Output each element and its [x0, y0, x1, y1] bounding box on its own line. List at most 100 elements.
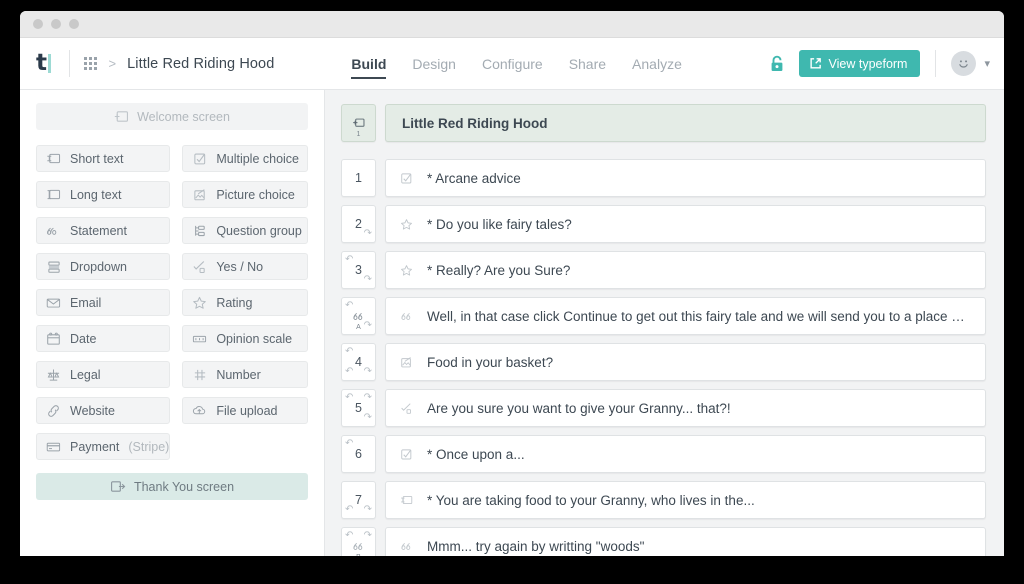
question-card[interactable]: * Arcane advice: [385, 159, 986, 197]
type-long-text[interactable]: Long text: [36, 181, 170, 208]
typeform-logo[interactable]: t: [36, 52, 55, 75]
type-yes-no[interactable]: Yes / No: [182, 253, 308, 280]
tab-share[interactable]: Share: [569, 38, 606, 90]
logic-jump-arrow-icon: ↶: [345, 531, 353, 541]
view-typeform-label: View typeform: [829, 57, 908, 71]
question-type-sidebar: Welcome screen Short text Multiple choic…: [20, 90, 325, 556]
question-row[interactable]: ↶ ↷ B Mmm... try again by writting "wood…: [341, 527, 986, 556]
type-payment[interactable]: Payment(Stripe): [36, 433, 170, 460]
question-card[interactable]: Mmm... try again by writting "woods": [385, 527, 986, 556]
type-question-group[interactable]: Question group: [182, 217, 308, 244]
logic-jump-arrow-icon: ↶: [345, 347, 353, 357]
logic-jump-arrow-icon: ↶: [345, 505, 353, 515]
tab-design[interactable]: Design: [412, 38, 456, 90]
tab-configure[interactable]: Configure: [482, 38, 543, 90]
question-text: Well, in that case click Continue to get…: [427, 309, 971, 324]
question-text: * You are taking food to your Granny, wh…: [427, 493, 755, 508]
type-statement[interactable]: Statement: [36, 217, 170, 244]
question-number: 5: [355, 401, 362, 415]
type-picture-choice[interactable]: Picture choice: [182, 181, 308, 208]
rating-star-icon: [400, 264, 415, 277]
logic-jump-arrow-icon: ↷: [364, 505, 372, 515]
question-card[interactable]: Well, in that case click Continue to get…: [385, 297, 986, 335]
question-card[interactable]: * You are taking food to your Granny, wh…: [385, 481, 986, 519]
type-label: Multiple choice: [216, 152, 299, 166]
date-calendar-icon: [46, 331, 61, 346]
yes-no-icon: [400, 402, 415, 415]
question-badge: ↶ ↷ 5 ↷: [341, 389, 376, 427]
question-row[interactable]: ↶ ↷ 5 ↷ Are you sure you want to give yo…: [341, 389, 986, 427]
file-upload-icon: [192, 403, 207, 418]
statement-icon: [400, 311, 415, 322]
question-row[interactable]: 2 ↷ * Do you like fairy tales?: [341, 205, 986, 243]
question-row[interactable]: ↶ 3 ↷ * Really? Are you Sure?: [341, 251, 986, 289]
type-date[interactable]: Date: [36, 325, 170, 352]
question-card[interactable]: Are you sure you want to give your Grann…: [385, 389, 986, 427]
window-minimize-button[interactable]: [51, 19, 61, 29]
question-card[interactable]: * Really? Are you Sure?: [385, 251, 986, 289]
type-label: Picture choice: [216, 188, 295, 202]
type-label: Payment: [70, 440, 119, 454]
type-website[interactable]: Website: [36, 397, 170, 424]
question-card[interactable]: * Do you like fairy tales?: [385, 205, 986, 243]
question-number: 4: [355, 355, 362, 369]
question-badge: ↶ ↷ B: [341, 527, 376, 556]
header-actions: View typeform ▾: [769, 50, 991, 77]
apps-grid-icon[interactable]: [84, 57, 97, 70]
type-multiple-choice[interactable]: Multiple choice: [182, 145, 308, 172]
form-title[interactable]: Little Red Riding Hood: [127, 56, 274, 72]
type-email[interactable]: Email: [36, 289, 170, 316]
add-thankyou-screen-button[interactable]: Thank You screen: [36, 473, 308, 500]
question-row[interactable]: 7 ↶ ↷ * You are taking food to your Gran…: [341, 481, 986, 519]
question-list: 1 Little Red Riding Hood 1 * Arcane advi…: [325, 90, 1004, 556]
type-legal[interactable]: Legal: [36, 361, 170, 388]
question-number: 3: [355, 263, 362, 277]
type-dropdown[interactable]: Dropdown: [36, 253, 170, 280]
type-file-upload[interactable]: File upload: [182, 397, 308, 424]
question-badge: ↶ A ↷: [341, 297, 376, 335]
type-label: Dropdown: [70, 260, 127, 274]
question-card[interactable]: Food in your basket?: [385, 343, 986, 381]
logic-jump-arrow-icon: ↷: [364, 229, 372, 239]
multiple-choice-icon: [192, 151, 207, 166]
add-thankyou-screen-label: Thank You screen: [134, 480, 234, 494]
smiley-face-icon: [955, 55, 972, 72]
type-label: Long text: [70, 188, 121, 202]
tab-analyze[interactable]: Analyze: [632, 38, 682, 90]
type-rating[interactable]: Rating: [182, 289, 308, 316]
welcome-screen-title: Little Red Riding Hood: [402, 116, 547, 131]
question-group-icon: [192, 223, 207, 238]
avatar[interactable]: [951, 51, 976, 76]
question-row[interactable]: ↶ 6 * Once upon a...: [341, 435, 986, 473]
type-label: Website: [70, 404, 115, 418]
question-number: 1: [355, 171, 362, 185]
question-row[interactable]: ↶ 4 ↶ ↷ Food in your basket?: [341, 343, 986, 381]
account-chevron-down-icon[interactable]: ▾: [984, 57, 990, 70]
type-label: Question group: [216, 224, 301, 238]
question-text: * Arcane advice: [427, 171, 521, 186]
question-row[interactable]: 1 * Arcane advice: [341, 159, 986, 197]
welcome-screen-card[interactable]: Little Red Riding Hood: [385, 104, 986, 142]
question-row[interactable]: ↶ A ↷ Well, in that case click Continue …: [341, 297, 986, 335]
type-label: Email: [70, 296, 101, 310]
view-typeform-button[interactable]: View typeform: [799, 50, 921, 77]
type-short-text[interactable]: Short text: [36, 145, 170, 172]
yes-no-icon: [192, 259, 207, 274]
question-number: 2: [355, 217, 362, 231]
type-number[interactable]: Number: [182, 361, 308, 388]
lock-icon[interactable]: [769, 55, 785, 73]
number-icon: [192, 367, 207, 382]
statement-icon: [400, 541, 415, 552]
email-icon: [46, 295, 61, 310]
question-sublabel: B: [356, 554, 361, 556]
welcome-screen-number: 1: [357, 131, 361, 138]
tab-build[interactable]: Build: [351, 38, 386, 90]
window-maximize-button[interactable]: [69, 19, 79, 29]
add-welcome-screen-button[interactable]: Welcome screen: [36, 103, 308, 130]
logic-jump-arrow-icon: ↶: [345, 255, 353, 265]
external-link-icon: [809, 57, 822, 70]
welcome-screen-row[interactable]: 1 Little Red Riding Hood: [341, 104, 986, 142]
question-card[interactable]: * Once upon a...: [385, 435, 986, 473]
window-close-button[interactable]: [33, 19, 43, 29]
type-opinion-scale[interactable]: Opinion scale: [182, 325, 308, 352]
